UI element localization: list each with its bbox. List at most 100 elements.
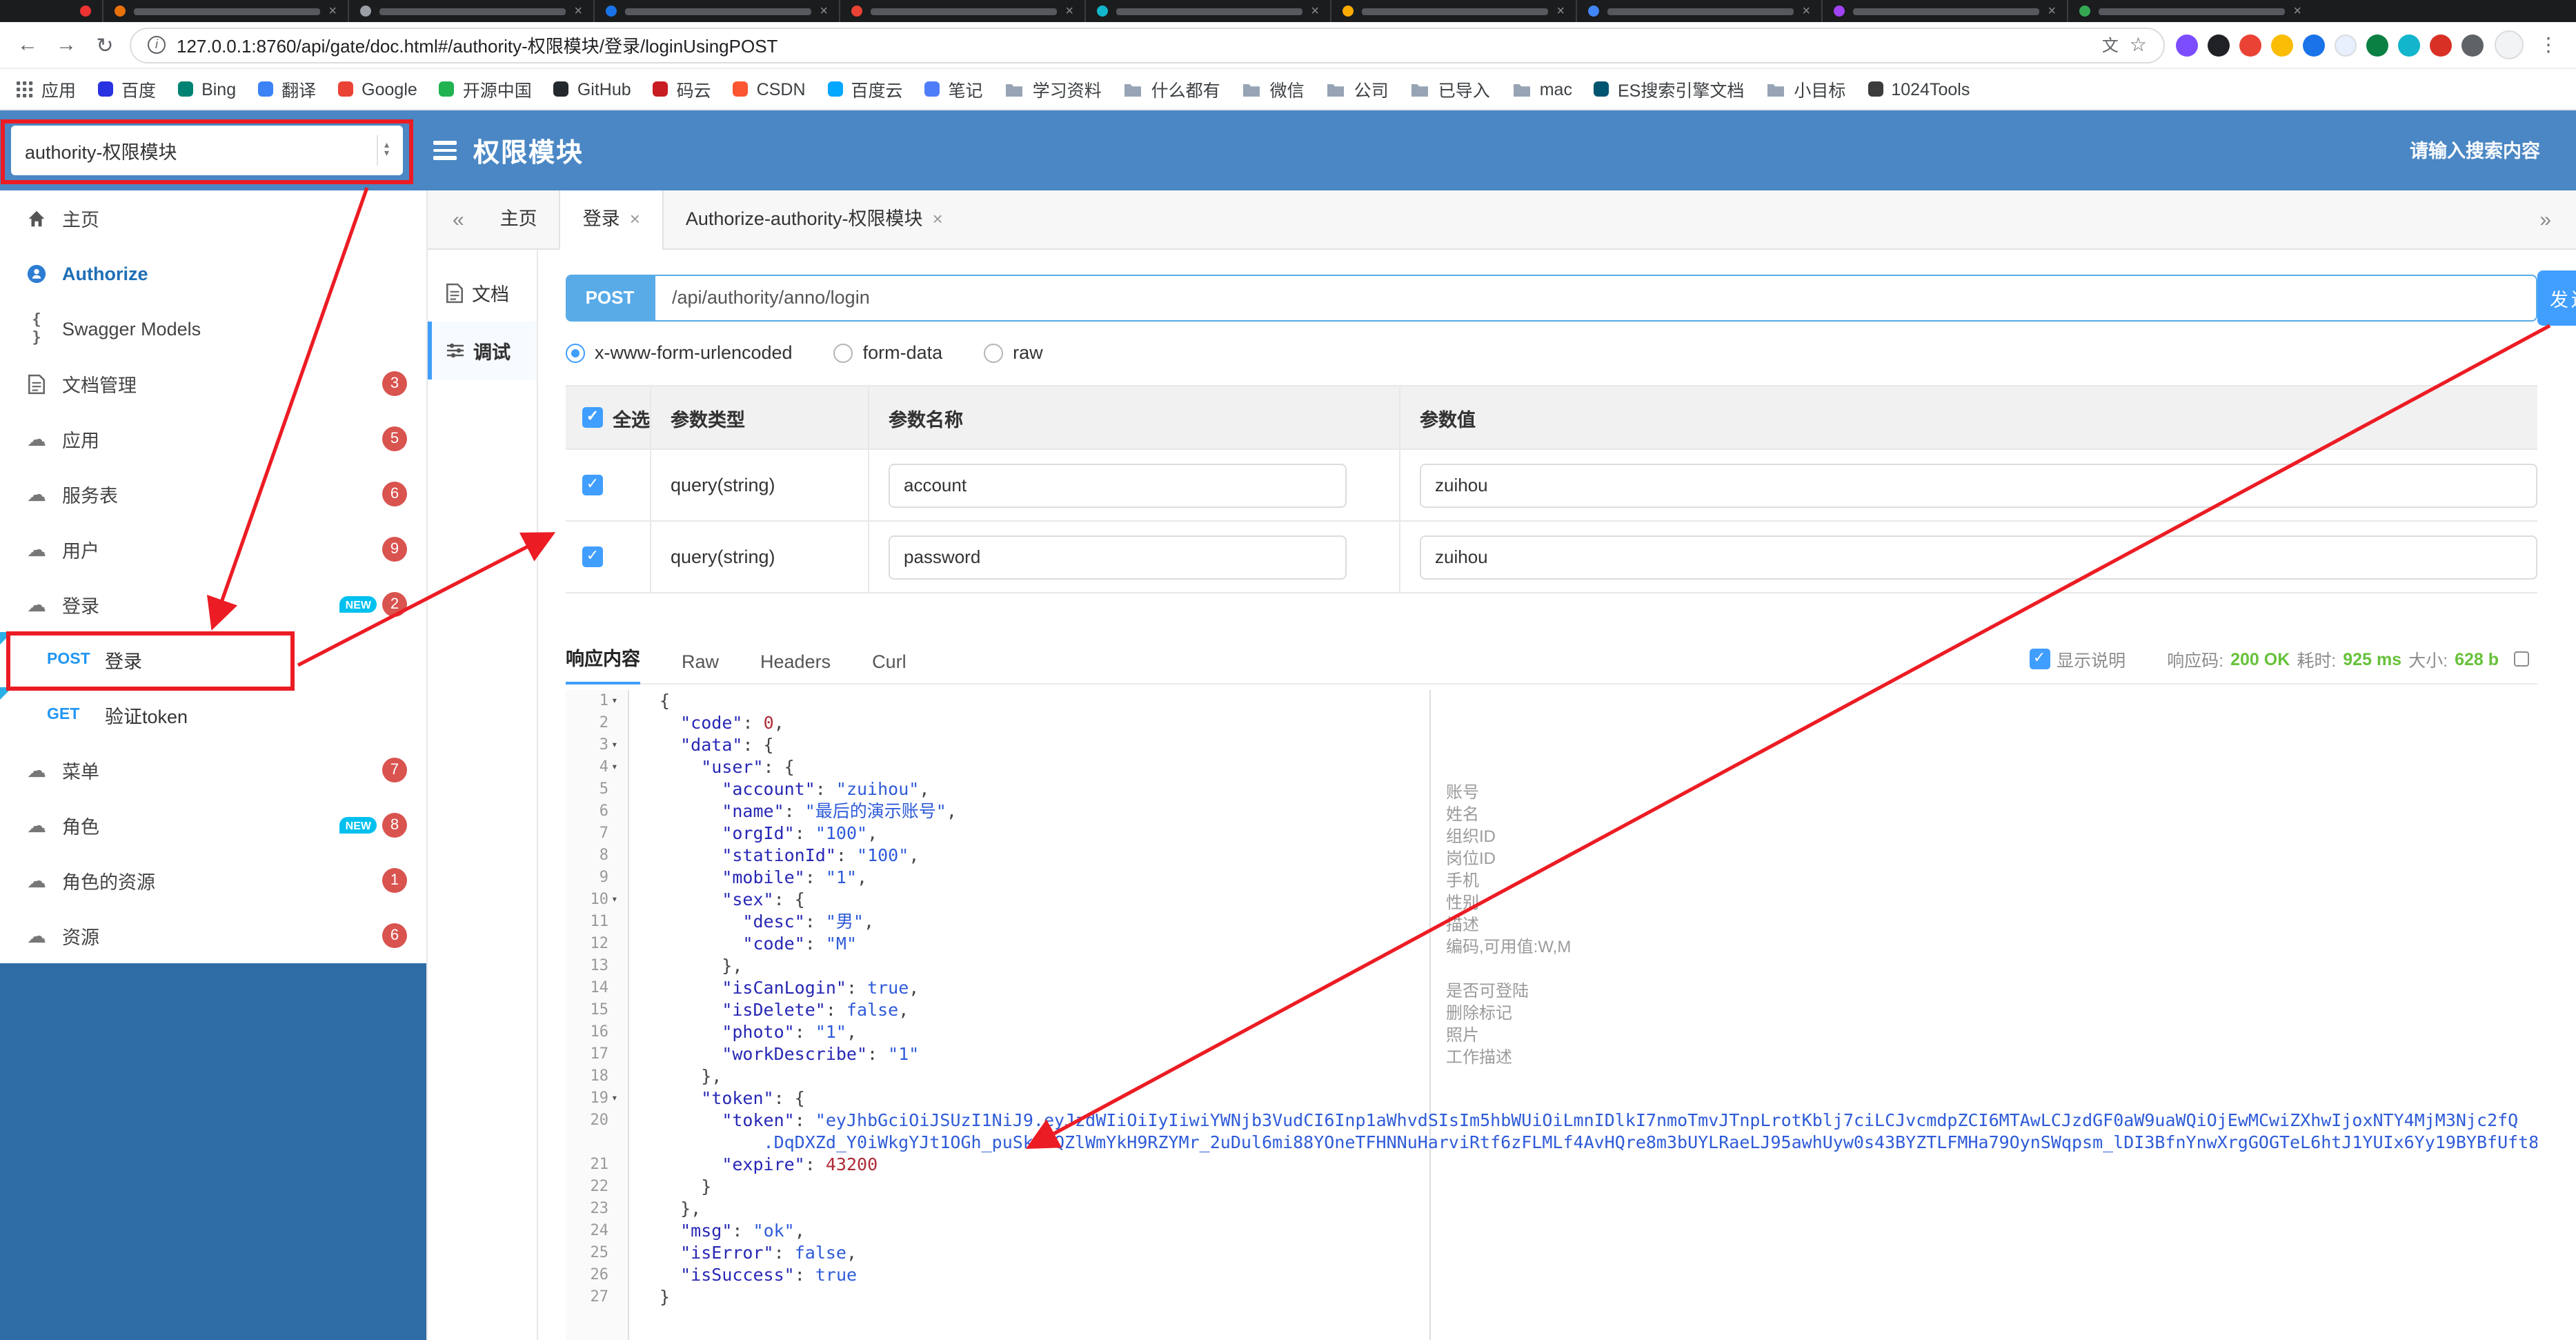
bookmark-item[interactable]: 公司: [1327, 76, 1389, 102]
sidebar-item[interactable]: Authorize: [0, 246, 426, 301]
sidebar-item[interactable]: ☁ 服务表 6: [0, 466, 426, 522]
bookmark-item[interactable]: ES搜索引擎文档: [1594, 76, 1744, 102]
fold-icon[interactable]: ▾: [611, 734, 622, 756]
bookmark-item[interactable]: 1024Tools: [1867, 79, 1970, 99]
bookmark-item[interactable]: GitHub: [553, 79, 631, 99]
doc-tab[interactable]: Authorize-authority-权限模块 ×: [664, 190, 965, 249]
response-tab[interactable]: 响应内容: [566, 643, 640, 684]
browser-tab[interactable]: ×: [102, 0, 348, 22]
sidebar-item[interactable]: ☁ 登录 NEW 2: [0, 577, 426, 632]
avatar[interactable]: [2495, 30, 2524, 59]
forward-icon[interactable]: →: [52, 33, 80, 57]
bookmark-item[interactable]: 翻译: [258, 76, 316, 102]
sidebar-item[interactable]: ☁ 角色 NEW 8: [0, 798, 426, 853]
param-checkbox[interactable]: ✓: [582, 546, 603, 567]
sidebar-operation-post[interactable]: POST 登录: [0, 632, 426, 687]
browser-tab[interactable]: ×: [1084, 0, 1330, 22]
extension-icon[interactable]: [2176, 34, 2198, 56]
sidebar-item[interactable]: ☁ 应用 5: [0, 411, 426, 466]
browser-tab[interactable]: ×: [839, 0, 1084, 22]
content-type-option[interactable]: x-www-form-urlencoded: [566, 342, 793, 363]
response-tab[interactable]: Curl: [872, 651, 906, 683]
bookmark-item[interactable]: 百度云: [827, 76, 903, 102]
bookmark-star-icon[interactable]: ☆: [2130, 33, 2147, 57]
bookmark-item[interactable]: 学习资料: [1005, 76, 1102, 102]
tab-close-icon[interactable]: ×: [328, 3, 337, 19]
tab-close-icon[interactable]: ×: [820, 3, 828, 19]
param-value-input[interactable]: zuihou: [1420, 535, 2537, 579]
translate-icon[interactable]: 文: [2102, 33, 2119, 57]
tab-close-icon[interactable]: ×: [574, 3, 582, 19]
extension-icon[interactable]: [2303, 34, 2325, 56]
radio-icon[interactable]: [984, 343, 1004, 362]
param-name-input[interactable]: account: [889, 463, 1347, 507]
bookmark-item[interactable]: Google: [338, 79, 417, 99]
extension-icon[interactable]: [2208, 34, 2230, 56]
sidebar-item[interactable]: 文档管理 3: [0, 356, 426, 411]
doc-tab[interactable]: 主页: [478, 190, 559, 249]
content-type-option[interactable]: raw: [984, 342, 1043, 363]
sidebar-item[interactable]: ☁ 角色的资源 1: [0, 853, 426, 908]
request-url-input[interactable]: /api/authority/anno/login: [654, 275, 2537, 322]
browser-tab[interactable]: ×: [593, 0, 839, 22]
browser-menu-icon[interactable]: ⋮: [2535, 33, 2562, 57]
browser-tab[interactable]: ×: [2067, 0, 2312, 22]
tab-close-icon[interactable]: ×: [1556, 3, 1565, 19]
extension-icon[interactable]: [2366, 34, 2388, 56]
doc-tab[interactable]: 登录 ×: [559, 190, 664, 249]
tab-close-icon[interactable]: ×: [2048, 3, 2056, 19]
tab-close-icon[interactable]: ×: [2293, 3, 2301, 19]
sidebar-item[interactable]: ☁ 资源 6: [0, 908, 426, 963]
sidebar-operation-get[interactable]: GET 验证token: [0, 687, 426, 742]
show-description-checkbox[interactable]: ✓: [2029, 649, 2050, 669]
sidebar-item[interactable]: ☁ 用户 9: [0, 522, 426, 577]
bookmark-item[interactable]: 小目标: [1766, 76, 1845, 102]
param-checkbox[interactable]: ✓: [582, 475, 603, 495]
extension-icon[interactable]: [2335, 34, 2357, 56]
tab-close-icon[interactable]: ×: [1311, 3, 1319, 19]
rail-item-文档[interactable]: 文档: [428, 264, 537, 322]
radio-icon[interactable]: [566, 343, 585, 362]
browser-tab[interactable]: ×: [1576, 0, 1821, 22]
page-info-icon[interactable]: i: [148, 36, 166, 54]
back-icon[interactable]: ←: [14, 33, 41, 57]
content-type-option[interactable]: form-data: [833, 342, 942, 363]
browser-tab[interactable]: ×: [1330, 0, 1576, 22]
response-tab[interactable]: Headers: [760, 651, 831, 683]
tab-close-icon[interactable]: ×: [1065, 3, 1073, 19]
select-spinner-icon[interactable]: ▴ ▾: [377, 135, 395, 166]
fullscreen-icon[interactable]: [2514, 651, 2529, 667]
fold-icon[interactable]: ▾: [611, 1087, 622, 1110]
fold-icon[interactable]: ▾: [611, 756, 622, 778]
extension-icon[interactable]: [2239, 34, 2261, 56]
select-all-checkbox[interactable]: ✓: [582, 407, 603, 428]
param-value-input[interactable]: zuihou: [1420, 463, 2537, 507]
bookmark-item[interactable]: 开源中国: [439, 76, 532, 102]
tabs-expand-icon[interactable]: »: [2526, 208, 2565, 231]
extension-icon[interactable]: [2461, 34, 2484, 56]
close-icon[interactable]: ×: [630, 190, 640, 248]
send-button[interactable]: 发送: [2537, 270, 2576, 326]
fold-icon[interactable]: ▾: [611, 889, 622, 911]
response-tab[interactable]: Raw: [682, 651, 719, 683]
sidebar-item[interactable]: { } Swagger Models: [0, 301, 426, 356]
close-icon[interactable]: ×: [933, 190, 943, 248]
browser-tab[interactable]: ×: [348, 0, 593, 22]
sidebar-item[interactable]: ☁ 菜单 7: [0, 742, 426, 798]
extension-icon[interactable]: [2430, 34, 2452, 56]
fold-icon[interactable]: ▾: [611, 690, 622, 712]
module-select[interactable]: authority-权限模块 ▴ ▾: [11, 126, 403, 175]
bookmark-item[interactable]: 什么都有: [1124, 76, 1220, 102]
bookmark-item[interactable]: 微信: [1242, 76, 1305, 102]
header-search-input[interactable]: [2237, 140, 2540, 161]
extension-icon[interactable]: [2398, 34, 2420, 56]
tab-close-icon[interactable]: ×: [1802, 3, 1810, 19]
bookmark-item[interactable]: 笔记: [924, 76, 983, 102]
omnibox[interactable]: i 127.0.0.1:8760/api/gate/doc.html#/auth…: [130, 27, 2165, 63]
bookmark-item[interactable]: mac: [1512, 79, 1572, 99]
radio-icon[interactable]: [833, 343, 853, 362]
browser-tab[interactable]: ×: [1821, 0, 2067, 22]
bookmark-item[interactable]: CSDN: [733, 79, 806, 99]
reload-icon[interactable]: ↻: [91, 32, 119, 57]
rail-item-调试[interactable]: 调试: [428, 322, 537, 380]
